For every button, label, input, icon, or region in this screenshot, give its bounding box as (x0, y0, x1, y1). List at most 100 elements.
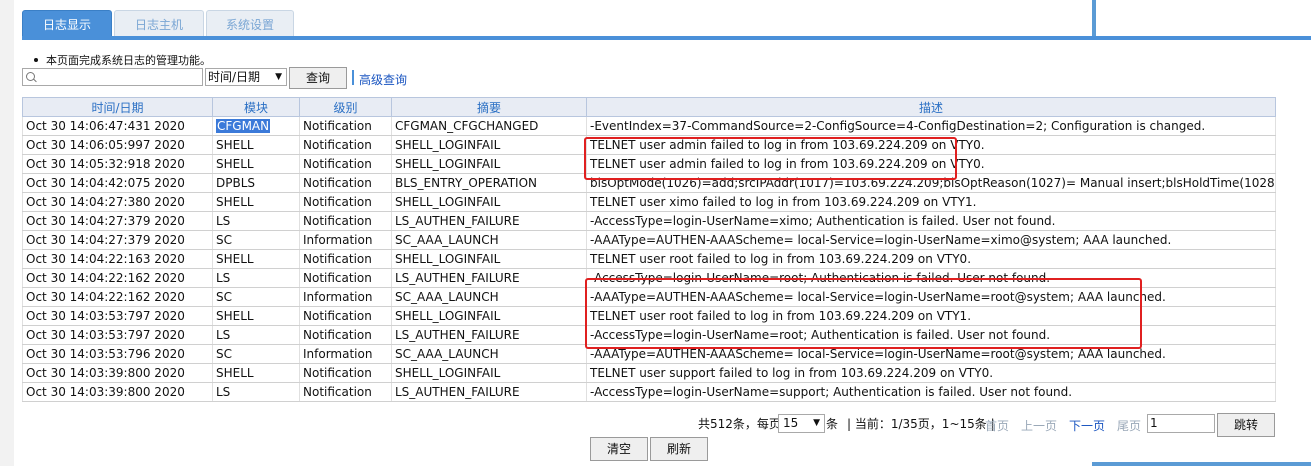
cell-description: TELNET user ximo failed to log in from 1… (586, 192, 1276, 212)
cell-datetime: Oct 30 14:04:22:162 2020 (22, 268, 213, 288)
cell-datetime: Oct 30 14:06:05:997 2020 (22, 135, 213, 155)
cell-module: LS (212, 268, 300, 288)
bullet-icon (34, 58, 38, 62)
search-input[interactable] (37, 69, 199, 85)
jump-button[interactable]: 跳转 (1217, 413, 1275, 437)
page-number-input[interactable]: 1 (1147, 414, 1215, 433)
cell-datetime: Oct 30 14:04:27:379 2020 (22, 230, 213, 250)
cell-datetime: Oct 30 14:04:22:162 2020 (22, 287, 213, 307)
table-row[interactable]: Oct 30 14:04:27:379 2020 LS Notification… (22, 211, 1276, 231)
table-row[interactable]: Oct 30 14:05:32:918 2020 SHELL Notificat… (22, 154, 1276, 174)
cell-datetime: Oct 30 14:06:47:431 2020 (22, 116, 213, 136)
dropdown-arrow-icon: ▼ (275, 72, 282, 82)
filter-select[interactable]: 时间/日期 ▼ (205, 68, 287, 86)
cell-description: TELNET user root failed to log in from 1… (586, 306, 1276, 326)
cell-module: SHELL (212, 135, 300, 155)
cell-summary: LS_AUTHEN_FAILURE (391, 211, 587, 231)
cell-module: SC (212, 230, 300, 250)
table-row[interactable]: Oct 30 14:04:27:380 2020 SHELL Notificat… (22, 192, 1276, 212)
page-size-select[interactable]: 15 ▼ (778, 414, 825, 433)
cell-summary: SC_AAA_LAUNCH (391, 287, 587, 307)
cell-level: Notification (299, 363, 392, 383)
pager-total: 共512条，每页 (698, 417, 781, 431)
cell-datetime: Oct 30 14:04:22:163 2020 (22, 249, 213, 269)
cell-level: Information (299, 344, 392, 364)
pager-info: | 当前：1/35页，1~15条 | (847, 417, 995, 431)
query-button[interactable]: 查询 (289, 67, 347, 89)
first-page-link[interactable]: 首页 (985, 417, 1009, 434)
cell-module: DPBLS (212, 173, 300, 193)
table-row[interactable]: Oct 30 14:03:53:796 2020 SC Information … (22, 344, 1276, 364)
clear-button[interactable]: 清空 (590, 437, 648, 461)
cell-level: Notification (299, 116, 392, 136)
tab-system-settings[interactable]: 系统设置 (206, 10, 294, 37)
search-box[interactable] (22, 68, 203, 86)
cell-level: Notification (299, 306, 392, 326)
cell-module: SC (212, 287, 300, 307)
tab-underline (22, 36, 1311, 40)
prev-page-link[interactable]: 上一页 (1021, 417, 1057, 434)
cell-datetime: Oct 30 14:03:53:797 2020 (22, 306, 213, 326)
cell-module: SC (212, 344, 300, 364)
cell-module: SHELL (212, 154, 300, 174)
cell-level: Notification (299, 382, 392, 402)
cell-module: CFGMAN (212, 116, 300, 136)
cell-module: SHELL (212, 306, 300, 326)
cell-description: TELNET user root failed to log in from 1… (586, 249, 1276, 269)
cell-level: Notification (299, 173, 392, 193)
table-row[interactable]: Oct 30 14:03:53:797 2020 SHELL Notificat… (22, 306, 1276, 326)
advanced-query-link[interactable]: 高级查询 (359, 71, 407, 88)
cell-datetime: Oct 30 14:04:42:075 2020 (22, 173, 213, 193)
cell-description: -AAAType=AUTHEN-AAAScheme= local-Service… (586, 344, 1276, 364)
cell-description: -EventIndex=37-CommandSource=2-ConfigSou… (586, 116, 1276, 136)
cell-level: Information (299, 230, 392, 250)
cell-datetime: Oct 30 14:03:39:800 2020 (22, 363, 213, 383)
refresh-button[interactable]: 刷新 (650, 437, 708, 461)
column-header-summary[interactable]: 摘要 (391, 97, 587, 117)
cell-datetime: Oct 30 14:03:53:796 2020 (22, 344, 213, 364)
last-page-link[interactable]: 尾页 (1117, 417, 1141, 434)
pager-unit: 条 (826, 417, 839, 431)
log-table: 时间/日期 模块 级别 摘要 描述 Oct 30 14:06:47:431 20… (22, 97, 1276, 402)
left-frame-strip (0, 0, 14, 466)
cell-description: TELNET user support failed to log in fro… (586, 363, 1276, 383)
cell-datetime: Oct 30 14:05:32:918 2020 (22, 154, 213, 174)
separator (352, 70, 354, 85)
cell-summary: LS_AUTHEN_FAILURE (391, 382, 587, 402)
cell-summary: SHELL_LOGINFAIL (391, 192, 587, 212)
column-header-level[interactable]: 级别 (299, 97, 392, 117)
table-row[interactable]: Oct 30 14:04:42:075 2020 DPBLS Notificat… (22, 173, 1276, 193)
table-row[interactable]: Oct 30 14:04:22:163 2020 SHELL Notificat… (22, 249, 1276, 269)
table-row[interactable]: Oct 30 14:03:39:800 2020 SHELL Notificat… (22, 363, 1276, 383)
cell-description: -AccessType=login-UserName=root; Authent… (586, 325, 1276, 345)
next-page-link[interactable]: 下一页 (1069, 417, 1105, 434)
table-row[interactable]: Oct 30 14:06:05:997 2020 SHELL Notificat… (22, 135, 1276, 155)
tab-log-display[interactable]: 日志显示 (22, 10, 112, 38)
cell-description: TELNET user admin failed to log in from … (586, 154, 1276, 174)
tab-log-host[interactable]: 日志主机 (114, 10, 204, 37)
frame-divider-bottom (1092, 462, 1311, 466)
table-row[interactable]: Oct 30 14:04:22:162 2020 SC Information … (22, 287, 1276, 307)
description-text: 本页面完成系统日志的管理功能。 (46, 54, 211, 67)
table-row[interactable]: Oct 30 14:04:22:162 2020 LS Notification… (22, 268, 1276, 288)
table-row[interactable]: Oct 30 14:04:27:379 2020 SC Information … (22, 230, 1276, 250)
table-row[interactable]: Oct 30 14:06:47:431 2020 CFGMAN Notifica… (22, 116, 1276, 136)
cell-description: -AAAType=AUTHEN-AAAScheme= local-Service… (586, 230, 1276, 250)
selected-text: CFGMAN (216, 119, 271, 133)
cell-module: LS (212, 211, 300, 231)
cell-description: -AAAType=AUTHEN-AAAScheme= local-Service… (586, 287, 1276, 307)
frame-divider (1092, 0, 1096, 36)
table-row[interactable]: Oct 30 14:03:39:800 2020 LS Notification… (22, 382, 1276, 402)
cell-summary: LS_AUTHEN_FAILURE (391, 268, 587, 288)
cell-summary: SHELL_LOGINFAIL (391, 135, 587, 155)
cell-summary: SC_AAA_LAUNCH (391, 230, 587, 250)
page-description: 本页面完成系统日志的管理功能。 (34, 52, 211, 68)
cell-level: Notification (299, 135, 392, 155)
column-header-description[interactable]: 描述 (586, 97, 1276, 117)
column-header-module[interactable]: 模块 (212, 97, 300, 117)
table-row[interactable]: Oct 30 14:03:53:797 2020 LS Notification… (22, 325, 1276, 345)
dropdown-arrow-icon: ▼ (813, 418, 820, 428)
cell-datetime: Oct 30 14:03:53:797 2020 (22, 325, 213, 345)
cell-module: SHELL (212, 249, 300, 269)
column-header-datetime[interactable]: 时间/日期 (22, 97, 213, 117)
